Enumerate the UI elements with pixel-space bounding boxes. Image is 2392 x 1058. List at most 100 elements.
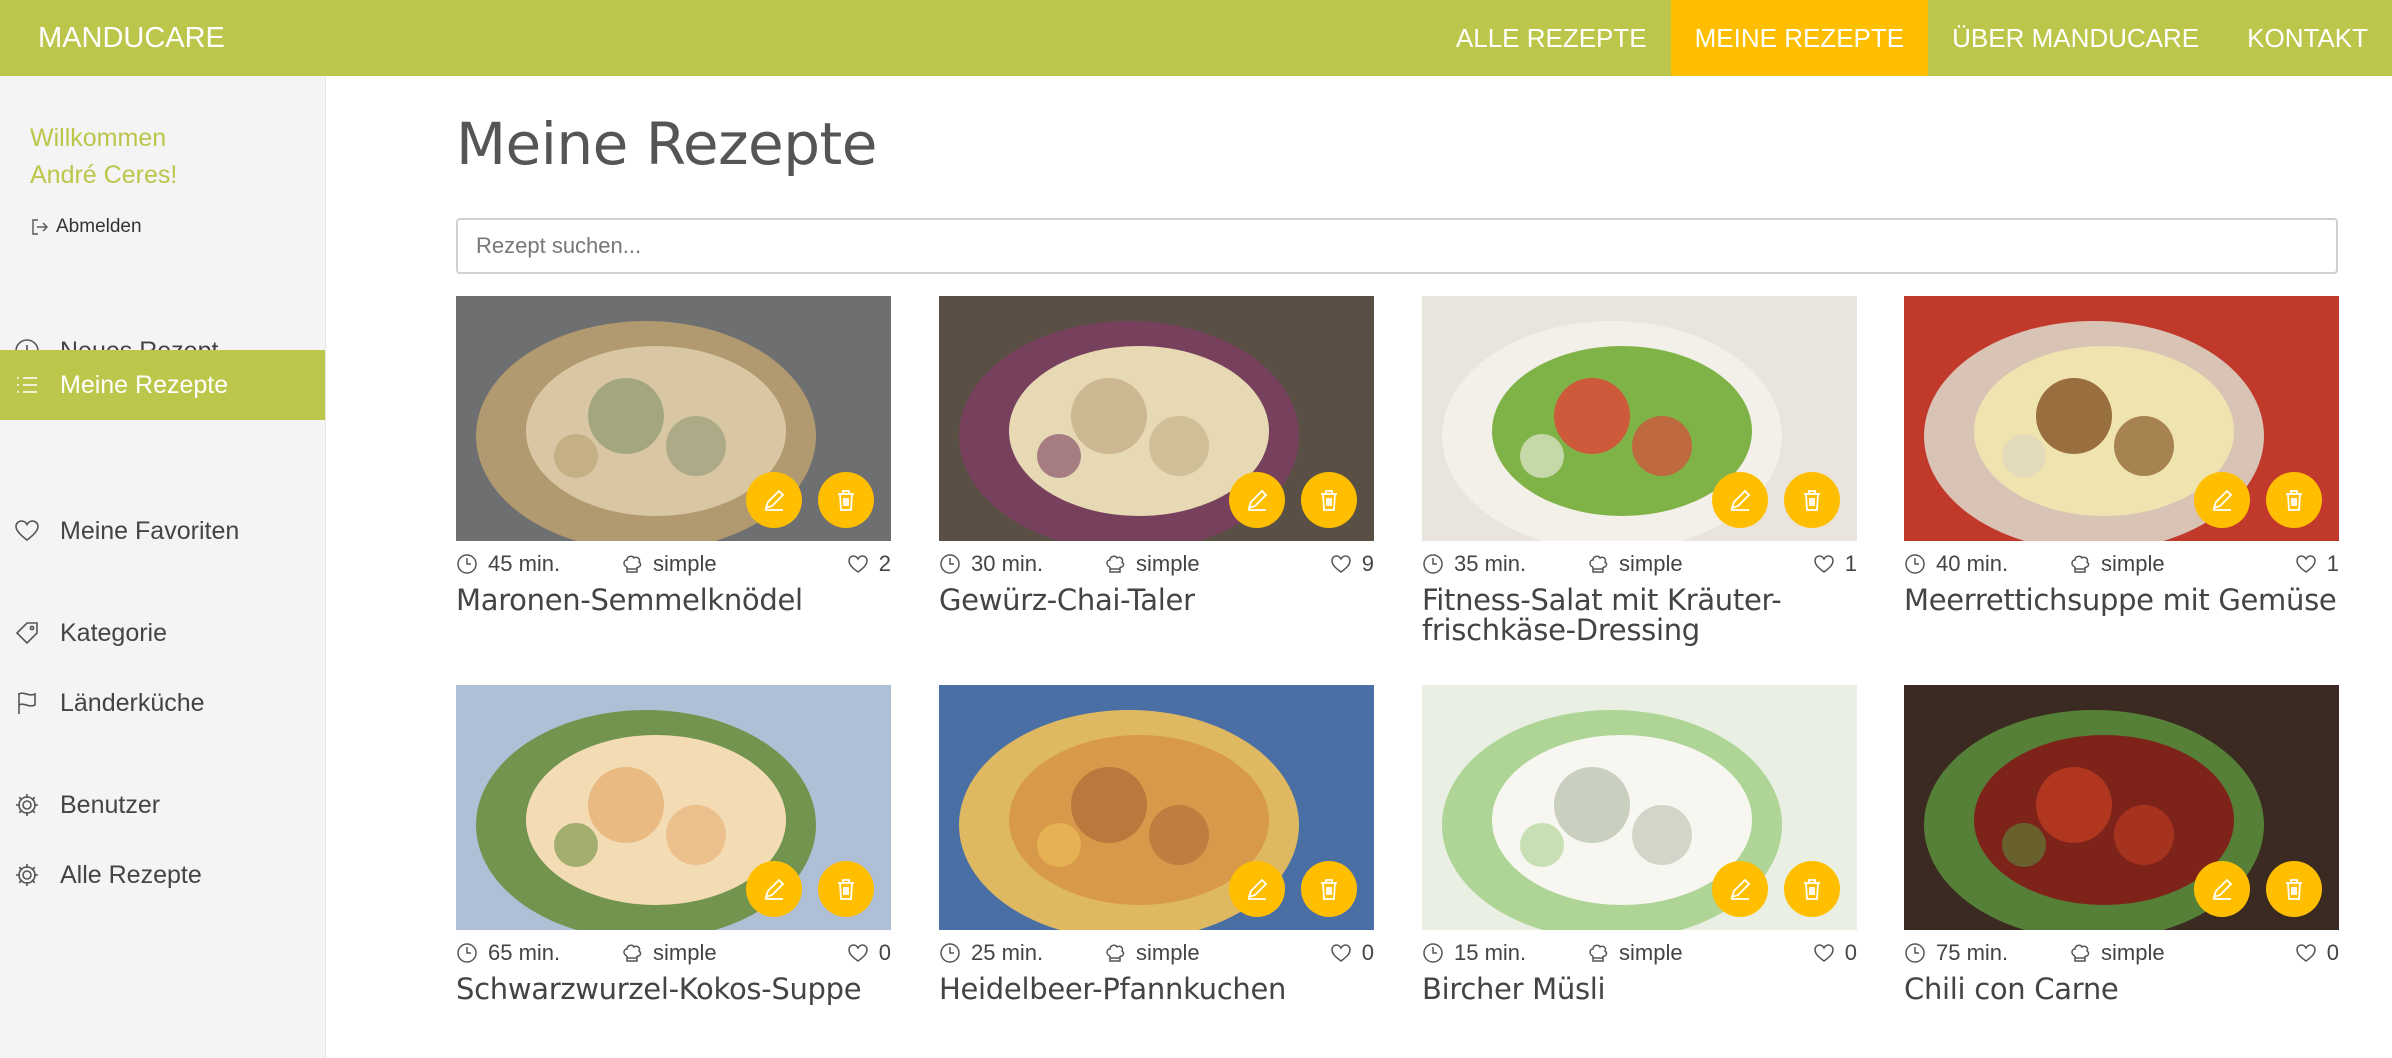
recipe-difficulty: simple [2069,940,2165,966]
recipe-difficulty: simple [1587,940,1683,966]
recipe-title[interactable]: Heidelbeer-Pfannkuchen [939,974,1374,1004]
pencil-icon [1247,878,1268,900]
nav-about[interactable]: ÜBER MANDUCARE [1928,0,2223,76]
recipe-time-value: 65 min. [488,940,561,965]
recipe-likes[interactable]: 2 [847,551,891,577]
edit-recipe-button[interactable] [1229,861,1285,917]
edit-recipe-button[interactable] [1712,472,1768,528]
delete-recipe-button[interactable] [2266,472,2322,528]
recipe-card[interactable]: 45 min. simple 2 Maronen-Semmelknödel [456,296,891,615]
recipe-image[interactable] [939,296,1374,541]
edit-recipe-button[interactable] [746,861,802,917]
recipe-meta: 75 min. simple 0 [1904,930,2339,974]
delete-recipe-button[interactable] [818,472,874,528]
recipe-time: 45 min. [456,551,560,577]
pencil-icon [764,878,785,900]
sidebar-item-cuisine[interactable]: Länderküche [0,668,325,738]
recipe-likes[interactable]: 0 [847,940,891,966]
recipe-likes[interactable]: 1 [1813,551,1857,577]
recipe-likes[interactable]: 9 [1330,551,1374,577]
delete-recipe-button[interactable] [1784,861,1840,917]
recipe-card[interactable]: 25 min. simple 0 Heidelbeer-Pfannkuchen [939,685,1374,1004]
logout-link[interactable]: Abmelden [30,216,142,238]
recipe-card[interactable]: 35 min. simple 1 Fitness-Salat mit Kräut… [1422,296,1857,645]
recipe-likes[interactable]: 0 [2295,940,2339,966]
sidebar-item-label: Benutzer [60,790,161,819]
recipe-difficulty: simple [621,551,717,577]
recipe-card[interactable]: 40 min. simple 1 Meerrettichsuppe mit Ge… [1904,296,2339,615]
recipe-image[interactable] [1904,685,2339,930]
recipe-card[interactable]: 15 min. simple 0 Bircher Müsli [1422,685,1857,1004]
main-nav: ALLE REZEPTE MEINE REZEPTE ÜBER MANDUCAR… [1432,0,2392,76]
delete-recipe-button[interactable] [1301,861,1357,917]
recipe-time-value: 25 min. [971,940,1044,965]
recipe-meta: 35 min. simple 1 [1422,541,1857,585]
delete-recipe-button[interactable] [818,861,874,917]
flag-icon [14,690,40,716]
edit-recipe-button[interactable] [2194,472,2250,528]
recipe-title[interactable]: Maronen-Semmelknödel [456,585,891,615]
edit-recipe-button[interactable] [1229,472,1285,528]
recipe-likes-count: 2 [878,551,891,576]
clock-icon [1423,943,1443,963]
chef-hat-icon [1589,944,1608,962]
pencil-icon [2212,878,2233,900]
recipe-image[interactable] [456,685,891,930]
chef-hat-icon [1589,555,1608,573]
recipe-card[interactable]: 65 min. simple 0 Schwarzwurzel-Kokos-Sup… [456,685,891,1004]
chef-hat-icon [623,944,642,962]
recipe-likes-count: 0 [2326,940,2339,965]
sidebar-item-label: Länderküche [60,688,205,717]
recipe-time-value: 15 min. [1454,940,1527,965]
edit-recipe-button[interactable] [2194,861,2250,917]
logout-label: Abmelden [56,216,142,237]
recipe-image[interactable] [939,685,1374,930]
recipe-title[interactable]: Fitness-Salat mit Kräuter-frischkäse-Dre… [1422,585,1857,645]
sidebar-item-all-recipes[interactable]: Alle Rezepte [0,840,325,910]
edit-recipe-button[interactable] [746,472,802,528]
clock-icon [457,943,477,963]
sidebar-item-favorites[interactable]: Meine Favoriten [0,496,325,566]
tag-icon [14,620,40,646]
delete-recipe-button[interactable] [2266,861,2322,917]
trash-icon [1804,879,1820,900]
recipe-card[interactable]: 30 min. simple 9 Gewürz-Chai-Taler [939,296,1374,615]
clock-icon [1423,554,1443,574]
sidebar-item-my-recipes[interactable]: Meine Rezepte [0,350,325,420]
recipe-title[interactable]: Chili con Carne [1904,974,2339,1004]
recipe-image[interactable] [1422,685,1857,930]
recipe-title[interactable]: Gewürz-Chai-Taler [939,585,1374,615]
clock-icon [940,943,960,963]
recipe-likes[interactable]: 1 [2295,551,2339,577]
chef-hat-icon [2071,944,2090,962]
heart-icon [1813,555,1834,573]
gear-icon [14,792,40,818]
nav-contact[interactable]: KONTAKT [2223,0,2392,76]
recipe-title[interactable]: Bircher Müsli [1422,974,1857,1004]
nav-all-recipes[interactable]: ALLE REZEPTE [1432,0,1671,76]
delete-recipe-button[interactable] [1301,472,1357,528]
recipe-card[interactable]: 75 min. simple 0 Chili con Carne [1904,685,2339,1004]
recipe-title[interactable]: Meerrettichsuppe mit Gemüse [1904,585,2339,615]
recipe-meta: 30 min. simple 9 [939,541,1374,585]
delete-recipe-button[interactable] [1784,472,1840,528]
nav-my-recipes[interactable]: MEINE REZEPTE [1670,0,1929,76]
recipe-image[interactable] [456,296,891,541]
recipe-difficulty-value: simple [653,551,717,576]
recipe-image[interactable] [1904,296,2339,541]
pencil-icon [1247,489,1268,511]
clock-icon [1905,943,1925,963]
sidebar-item-users[interactable]: Benutzer [0,770,325,840]
clock-icon [1905,554,1925,574]
recipe-title[interactable]: Schwarzwurzel-Kokos-Suppe [456,974,891,1004]
recipe-image[interactable] [1422,296,1857,541]
search-input[interactable] [456,218,2338,274]
recipe-likes[interactable]: 0 [1330,940,1374,966]
sidebar-item-label: Alle Rezepte [60,860,202,889]
edit-recipe-button[interactable] [1712,861,1768,917]
recipe-likes[interactable]: 0 [1813,940,1857,966]
brand-logo[interactable]: MANDUCARE [38,0,225,76]
trash-icon [1804,490,1820,511]
sidebar-item-category[interactable]: Kategorie [0,598,325,668]
recipe-time: 25 min. [939,940,1043,966]
